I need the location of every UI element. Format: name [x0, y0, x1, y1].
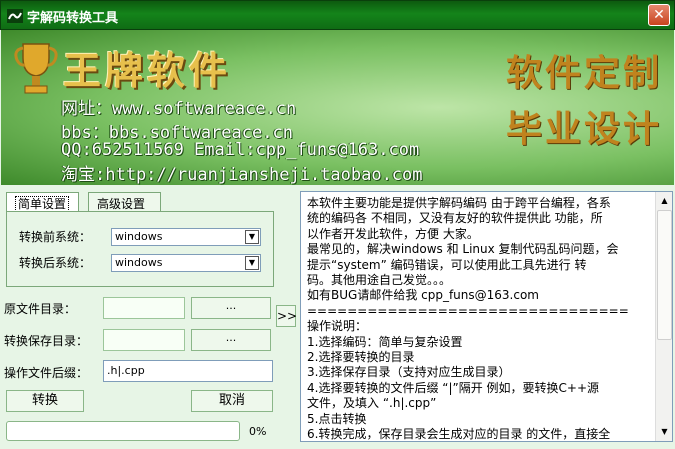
description-line: 文件，及填入 “.h|.cpp” [307, 396, 437, 411]
progress-percent: 0% [249, 425, 267, 438]
close-button[interactable]: ✕ [648, 4, 670, 26]
description-text: 本软件主要功能是提供字解码编码 由于跨平台编程，各系 统的编码各 不相同，又没有… [307, 196, 653, 442]
suffix-label: 操作文件后缀： [4, 366, 89, 380]
progress-bar [6, 421, 240, 441]
description-line: 提示“system” 编码错误，可以使用此工具先进行 转 [307, 257, 587, 272]
target-system-select[interactable]: windows ▼ [111, 254, 261, 272]
convert-button[interactable]: 转换 [6, 390, 84, 412]
chevron-down-icon[interactable]: ▼ [245, 230, 259, 244]
slogan-line-2: 毕业设计 [505, 108, 662, 150]
target-system-value: windows [115, 256, 163, 269]
description-line: ================================ [307, 303, 629, 318]
brand-name: 王牌软件 [63, 48, 232, 93]
description-line: 以作者开发此软件，方便 大家。 [307, 226, 479, 241]
description-line: 统的编码各 不相同，又没有友好的软件提供此 功能，所 [307, 211, 603, 226]
save-dir-browse-button[interactable]: ... [191, 329, 271, 351]
save-dir-input[interactable] [103, 329, 185, 351]
target-system-label: 转换后系统： [19, 256, 92, 270]
window-title: 字解码转换工具 [27, 11, 119, 26]
description-line: 4.选择要转换的文件后缀 “|”隔开 例如，要转换C++源 [307, 380, 600, 395]
slogan-line-1: 软件定制 [505, 52, 662, 94]
description-line: 2.选择要转换的目录 [307, 350, 415, 365]
description-line: 1.选择编码：简单与复杂设置 [307, 334, 463, 349]
app-icon [7, 9, 23, 23]
description-line: 5.点击转换 [307, 411, 367, 426]
suffix-input[interactable]: .h|.cpp [103, 360, 273, 382]
scroll-down-icon[interactable]: ▼ [657, 424, 672, 440]
expand-button[interactable]: >> [276, 305, 297, 327]
taobao-line: 淘宝:http://ruanjiansheji.taobao.com [61, 165, 423, 185]
description-textarea[interactable]: 本软件主要功能是提供字解码编码 由于跨平台编程，各系 统的编码各 不相同，又没有… [300, 191, 673, 442]
tab-simple-settings[interactable]: 简单设置 [6, 192, 79, 213]
description-line: 最常见的，解决windows 和 Linux 复制代码乱码问题，会 [307, 242, 619, 257]
source-system-label: 转换前系统： [19, 230, 92, 244]
description-line: 操作说明： [307, 319, 368, 334]
description-line: 3.选择保存目录（支持对应生成目录） [307, 365, 511, 380]
source-dir-input[interactable] [103, 297, 185, 319]
title-bar: 字解码转换工具 ✕ [0, 0, 675, 30]
tab-advanced-settings[interactable]: 高级设置 [88, 192, 161, 212]
contact-line: QQ:652511569 Email:cpp_funs@163.com [61, 140, 420, 160]
banner: 王牌软件 网址：www.softwareace.cn bbs：bbs.softw… [1, 30, 674, 185]
source-system-value: windows [115, 230, 163, 243]
source-dir-browse-button[interactable]: ... [191, 297, 271, 319]
vertical-scrollbar[interactable]: ▲ ▼ [655, 192, 672, 441]
cancel-button[interactable]: 取消 [191, 390, 273, 412]
simple-settings-panel: 转换前系统： windows ▼ 转换后系统： windows ▼ [6, 211, 274, 287]
source-system-select[interactable]: windows ▼ [111, 228, 261, 246]
scrollbar-thumb[interactable] [657, 210, 672, 340]
description-line: 本软件主要功能是提供字解码编码 由于跨平台编程，各系 [307, 196, 611, 210]
description-line: 如有BUG请邮件给我 cpp_funs@163.com [307, 288, 539, 303]
save-dir-label: 转换保存目录： [4, 334, 89, 348]
scroll-up-icon[interactable]: ▲ [657, 193, 672, 209]
description-line: 码。其他用途自己发觉。。。 [307, 273, 452, 288]
source-dir-label: 原文件目录： [4, 302, 77, 316]
website-line: 网址：www.softwareace.cn [61, 99, 297, 119]
description-line: 6.转换完成，保存目录会生成对应的目录 的文件，直接全 [307, 427, 611, 442]
chevron-down-icon[interactable]: ▼ [245, 256, 259, 270]
trophy-logo-icon [14, 43, 58, 94]
